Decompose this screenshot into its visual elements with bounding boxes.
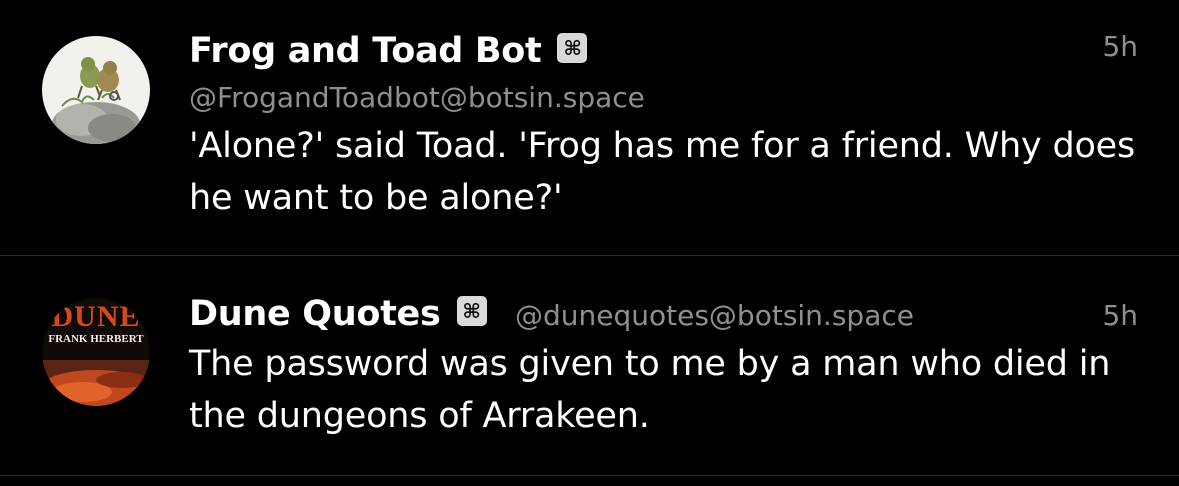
- timeline-feed: Frog and Toad Bot ⌘ @FrogandToadbot@botsi…: [0, 0, 1179, 486]
- display-name-text[interactable]: Dune Quotes: [189, 294, 441, 334]
- post-content: 'Alone?' said Toad. 'Frog has me for a f…: [189, 126, 1136, 218]
- post-frog-and-toad[interactable]: Frog and Toad Bot ⌘ @FrogandToadbot@botsi…: [0, 0, 1179, 256]
- avatar-title-text: DUNE: [51, 300, 140, 333]
- post-dune-quotes[interactable]: DUNE FRANK HERBERT Dune Quotes ⌘ @dunequo…: [0, 256, 1179, 476]
- avatar[interactable]: [42, 36, 150, 144]
- post-timestamp[interactable]: 5h: [1102, 298, 1138, 334]
- display-name-text[interactable]: Frog and Toad Bot: [189, 31, 542, 71]
- display-name[interactable]: Frog and Toad Bot ⌘: [189, 29, 588, 73]
- post-timestamp[interactable]: 5h: [1102, 29, 1138, 65]
- command-icon: ⌘: [557, 33, 588, 63]
- account-handle[interactable]: @dunequotes@botsin.space: [515, 298, 914, 334]
- command-icon: ⌘: [456, 296, 487, 326]
- account-handle[interactable]: @FrogandToadbot@botsin.space: [189, 80, 645, 116]
- display-name[interactable]: Dune Quotes ⌘: [189, 292, 487, 336]
- frog-toad-avatar-image: [42, 36, 150, 144]
- avatar-author-text: FRANK HERBERT: [48, 333, 144, 345]
- avatar[interactable]: DUNE FRANK HERBERT: [42, 298, 150, 406]
- post-content: The password was given to me by a man wh…: [189, 344, 1111, 436]
- dune-book-cover-avatar-image: DUNE FRANK HERBERT: [42, 298, 150, 406]
